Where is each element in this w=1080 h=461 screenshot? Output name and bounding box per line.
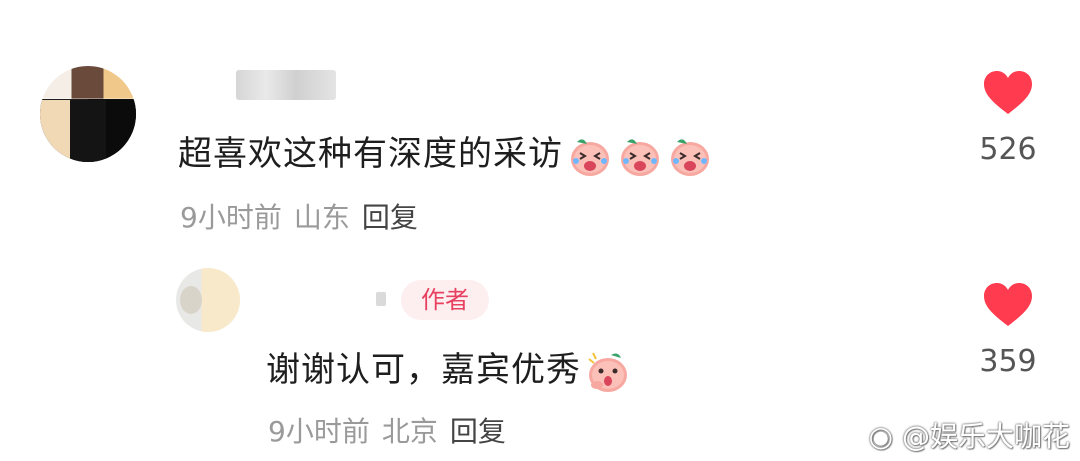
comment-time: 9小时前 [180,201,282,234]
comment-text: 超喜欢这种有深度的采访 [178,134,563,174]
author-name-blurred[interactable] [376,292,386,306]
like-heart-icon[interactable] [982,282,1034,328]
author-badge: 作者 [401,280,489,320]
reply-text: 谢谢认可，嘉宾优秀 [266,350,581,390]
reply-location: 北京 [381,415,438,448]
shocked-pig-emoji [585,349,631,395]
comment-location: 山东 [293,201,350,234]
watermark-text: @娱乐大咖花 [901,420,1070,453]
comment-text-row: 超喜欢这种有深度的采访 [178,126,713,179]
weibo-logo-icon: ◉ [868,420,894,453]
crying-pig-emoji [667,133,713,179]
reply-meta: 9小时前 北京 回复 [268,410,518,450]
reply-button[interactable]: 回复 [450,415,506,448]
comment-meta: 9小时前 山东 回复 [180,196,430,236]
reply-button[interactable]: 回复 [362,201,418,234]
crying-pig-emoji [567,133,613,179]
commenter-avatar[interactable] [40,66,136,162]
reply-time: 9小时前 [268,415,370,448]
like-heart-icon[interactable] [982,70,1034,116]
reply-text-row: 谢谢认可，嘉宾优秀 [266,342,631,395]
like-count: 526 [979,132,1037,167]
reply-like-count: 359 [979,344,1037,379]
weibo-watermark: ◉ @娱乐大咖花 [869,415,1070,455]
commenter-name-blurred[interactable] [236,70,336,100]
crying-pig-emoji [617,133,663,179]
author-avatar[interactable] [176,268,240,332]
